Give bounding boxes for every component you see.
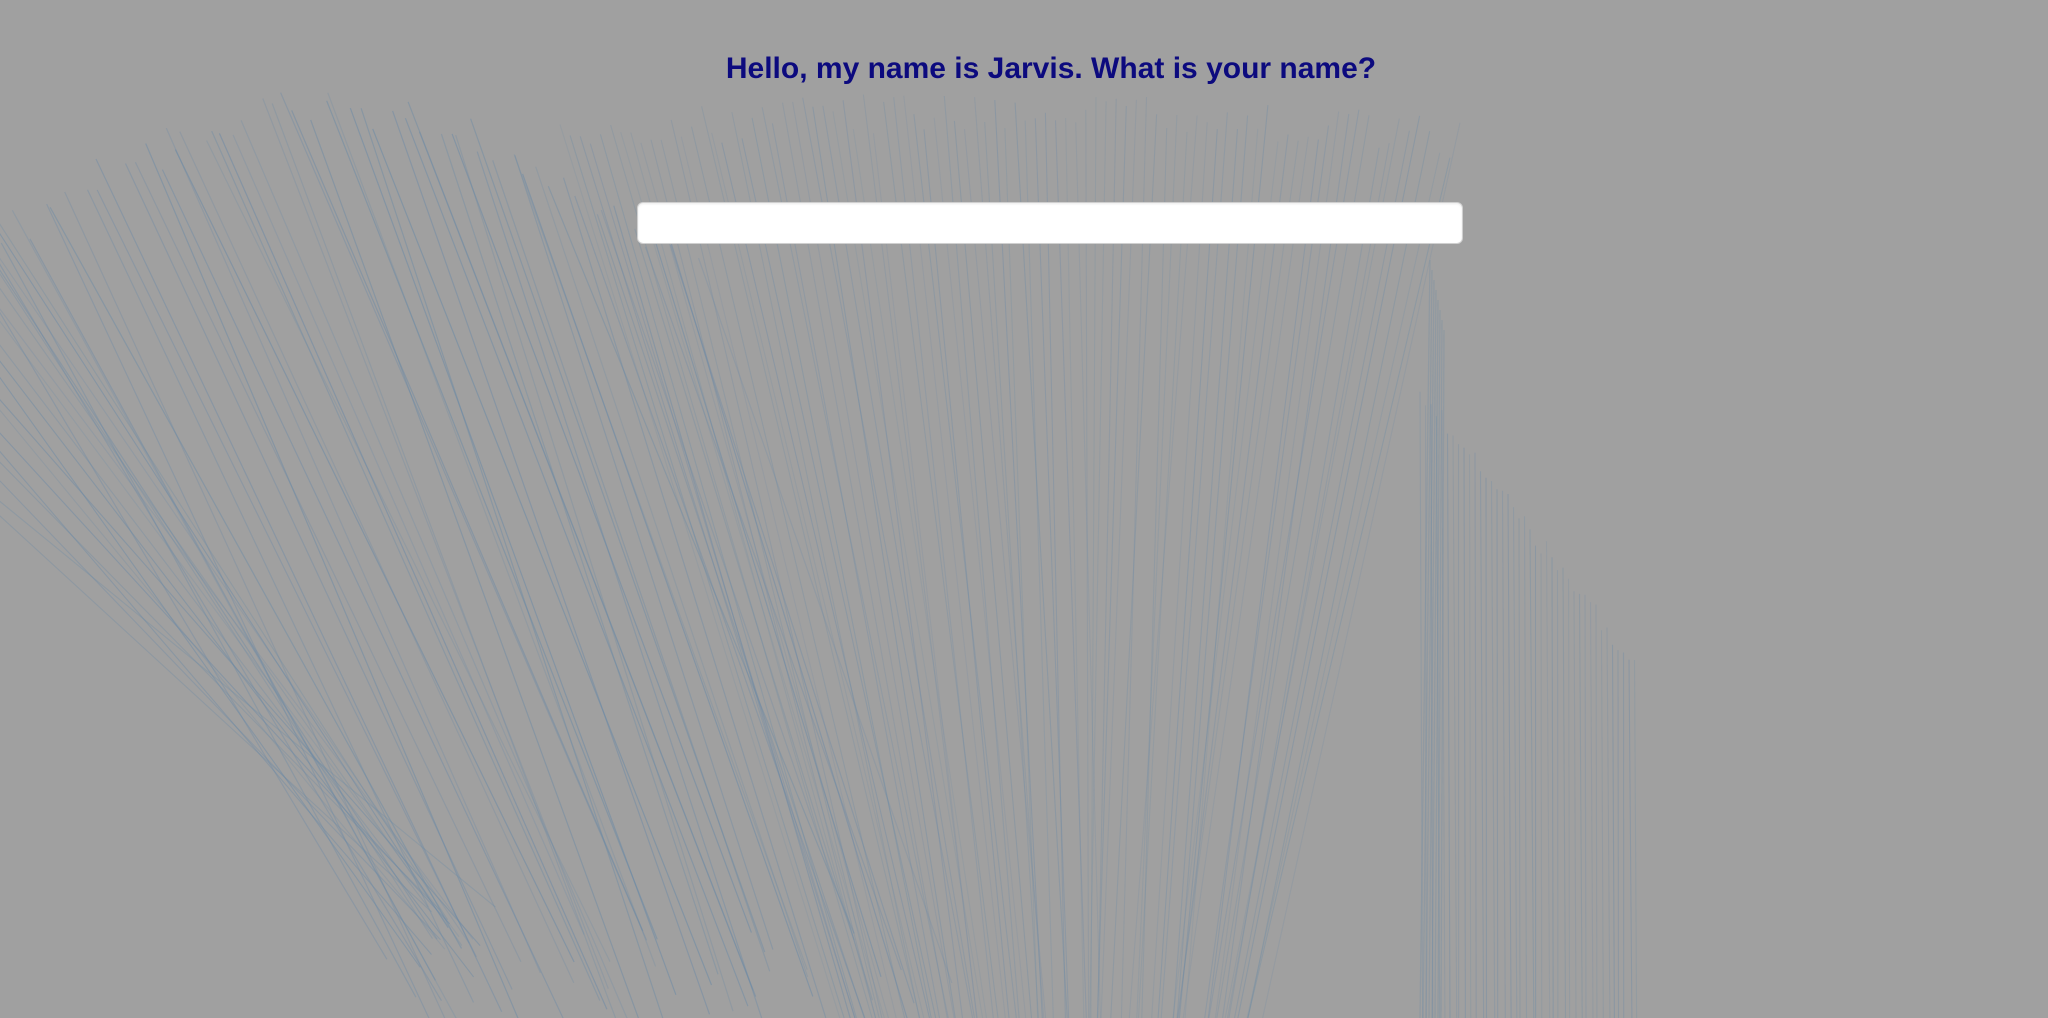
page: Hello, my name is Jarvis. What is your n… — [0, 0, 2048, 1018]
greeting-prompt: Hello, my name is Jarvis. What is your n… — [725, 52, 1377, 85]
name-input[interactable] — [637, 202, 1463, 244]
